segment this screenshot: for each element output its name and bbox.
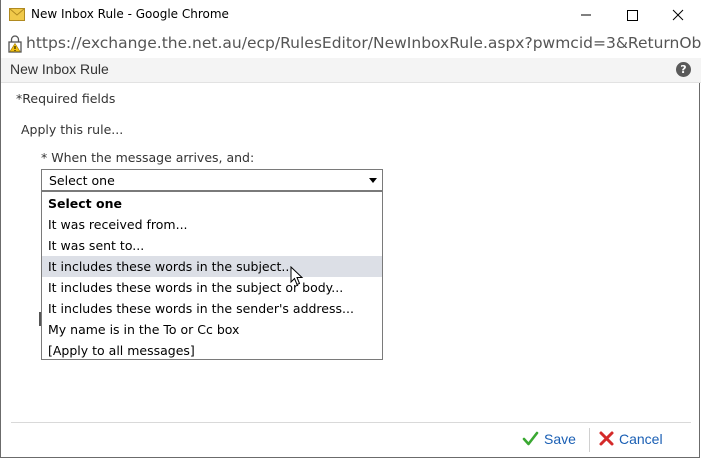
lock-warning-icon[interactable] [7,35,23,53]
url-text[interactable]: https://exchange.the.net.au/ecp/RulesEdi… [26,34,701,52]
browser-window: New Inbox Rule - Google Chrome https://e… [0,0,701,458]
option-received-from[interactable]: It was received from... [42,214,382,235]
option-sent-to[interactable]: It was sent to... [42,235,382,256]
footer-divider [11,422,691,423]
apply-rule-label: Apply this rule... [21,122,124,137]
maximize-button[interactable] [609,0,655,30]
chevron-down-icon [369,178,377,183]
page-header: New Inbox Rule ? [1,58,701,83]
select-current-value: Select one [49,173,115,188]
cancel-label: Cancel [619,431,663,447]
close-button[interactable] [655,0,701,30]
option-select-one[interactable]: Select one [42,193,382,214]
close-icon [672,9,684,21]
condition-dropdown-list: Select one It was received from... It wa… [41,191,383,360]
condition-select[interactable]: Select one [41,169,383,191]
title-bar: New Inbox Rule - Google Chrome [1,0,701,30]
condition-label: * When the message arrives, and: [41,150,255,165]
save-label: Save [544,431,576,447]
minimize-icon [581,14,591,16]
option-words-in-subject-or-body[interactable]: It includes these words in the subject o… [42,277,382,298]
option-words-in-subject[interactable]: It includes these words in the subject..… [42,256,382,277]
checkmark-icon [522,431,539,446]
mouse-cursor-icon [290,266,304,286]
help-icon[interactable]: ? [676,62,691,77]
required-fields-note: *Required fields [16,91,116,106]
option-words-in-sender-address[interactable]: It includes these words in the sender's … [42,298,382,319]
minimize-button[interactable] [563,0,609,30]
x-icon [599,431,614,446]
window-title: New Inbox Rule - Google Chrome [31,7,229,21]
page-title: New Inbox Rule [10,61,109,77]
envelope-icon [9,8,25,21]
maximize-icon [627,10,638,21]
hidden-control-edge [39,312,41,326]
option-name-in-to-cc[interactable]: My name is in the To or Cc box [42,319,382,340]
address-bar[interactable]: https://exchange.the.net.au/ecp/RulesEdi… [1,30,701,59]
option-apply-all[interactable]: [Apply to all messages] [42,340,382,361]
button-separator [589,428,590,452]
